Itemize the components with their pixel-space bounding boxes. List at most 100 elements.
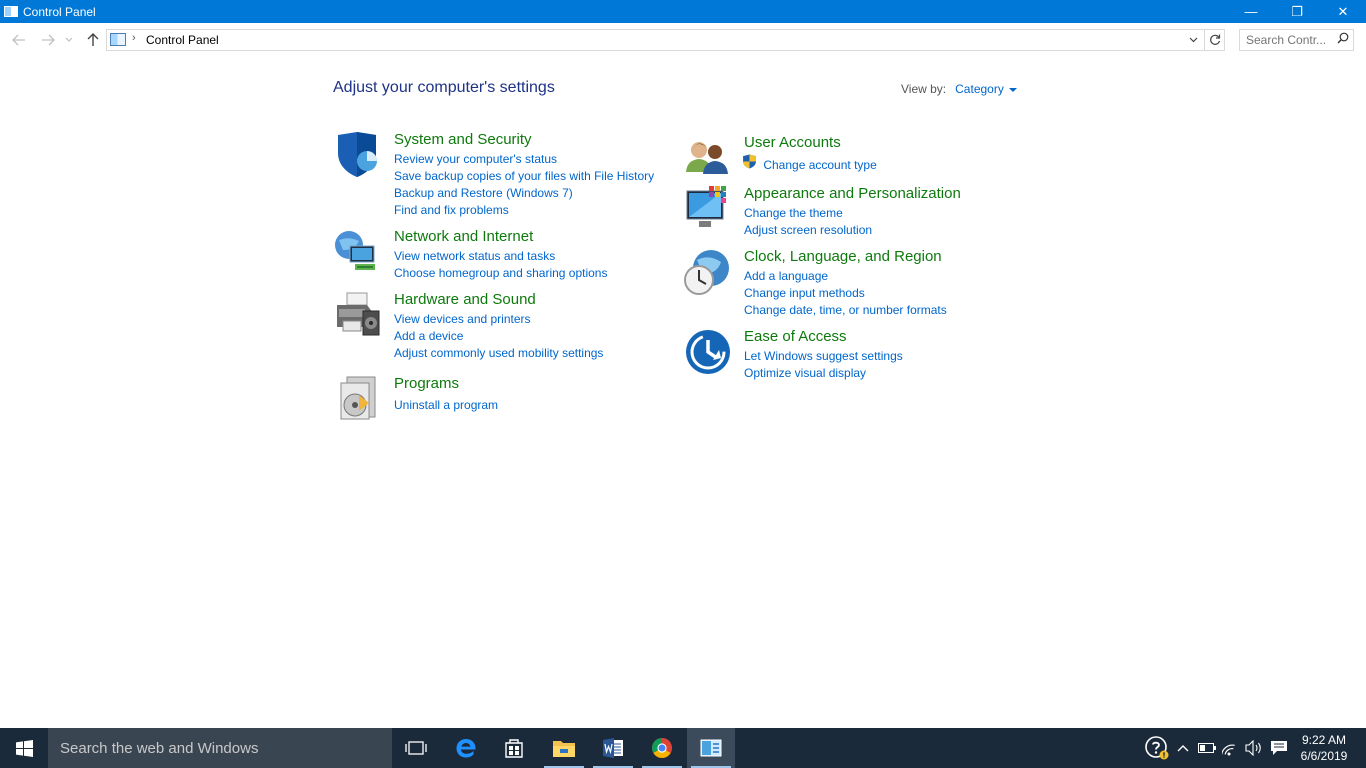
link-add-device[interactable]: Add a device <box>394 328 603 345</box>
link-label: Change account type <box>763 158 877 172</box>
link-mobility-settings[interactable]: Adjust commonly used mobility settings <box>394 345 603 362</box>
uac-shield-icon <box>743 154 756 169</box>
address-bar[interactable]: › Control Panel <box>106 29 1225 51</box>
wifi-icon[interactable] <box>1221 738 1241 758</box>
link-file-history[interactable]: Save backup copies of your files with Fi… <box>394 168 654 185</box>
recent-locations-button[interactable] <box>62 30 76 50</box>
forward-arrow-icon <box>42 34 55 46</box>
up-button[interactable] <box>83 30 103 50</box>
link-change-account-type[interactable]: Change account type <box>742 154 877 172</box>
refresh-icon <box>1209 34 1220 45</box>
security-shield-icon[interactable] <box>333 131 381 179</box>
clock[interactable]: 9:22 AM 6/6/2019 <box>1296 732 1352 764</box>
up-arrow-icon <box>87 33 99 46</box>
printer-icon[interactable] <box>333 291 381 339</box>
back-button[interactable] <box>9 30 29 50</box>
navigation-bar: › Control Panel <box>0 23 1366 57</box>
link-optimize-display[interactable]: Optimize visual display <box>744 365 903 382</box>
link-change-theme[interactable]: Change the theme <box>744 205 872 222</box>
chevron-down-icon <box>1189 37 1197 43</box>
breadcrumb-separator: › <box>132 32 136 44</box>
programs-icon[interactable] <box>333 375 381 423</box>
main-content: Adjust your computer's settings View by:… <box>0 57 1366 728</box>
forward-button[interactable] <box>38 30 58 50</box>
ease-of-access-icon[interactable] <box>683 328 731 376</box>
view-by-dropdown[interactable]: Category <box>955 82 1004 96</box>
category-title[interactable]: User Accounts <box>744 134 841 151</box>
control-panel-icon <box>4 6 18 17</box>
edge-icon <box>456 739 476 758</box>
close-icon: ✕ <box>1337 3 1349 19</box>
task-view-button[interactable] <box>392 728 440 768</box>
restore-icon: ❐ <box>1291 3 1303 19</box>
folder-icon <box>553 741 575 757</box>
edge-button[interactable] <box>442 728 490 768</box>
chrome-button[interactable] <box>638 728 686 768</box>
volume-icon[interactable] <box>1244 738 1264 758</box>
file-explorer-button[interactable] <box>540 728 588 768</box>
taskbar-search-box[interactable]: Search the web and Windows <box>48 728 392 768</box>
clock-globe-icon[interactable] <box>683 248 731 296</box>
clock-date: 6/6/2019 <box>1300 749 1348 763</box>
link-backup-restore[interactable]: Backup and Restore (Windows 7) <box>394 185 654 202</box>
category-title[interactable]: Clock, Language, and Region <box>744 248 942 265</box>
close-button[interactable]: ✕ <box>1320 0 1366 23</box>
battery-icon[interactable] <box>1197 738 1217 758</box>
chevron-down-icon <box>65 37 73 42</box>
view-by-label: View by: <box>901 82 947 96</box>
control-panel-taskbar-button[interactable] <box>687 728 735 768</box>
page-title: Adjust your computer's settings <box>333 79 555 96</box>
link-devices-printers[interactable]: View devices and printers <box>394 311 603 328</box>
link-find-fix-problems[interactable]: Find and fix problems <box>394 202 654 219</box>
minimize-icon: — <box>1244 4 1258 19</box>
caret-down-icon[interactable] <box>1008 87 1017 92</box>
link-screen-resolution[interactable]: Adjust screen resolution <box>744 222 872 239</box>
taskbar-search-text: Search the web and Windows <box>60 740 259 757</box>
category-title[interactable]: System and Security <box>394 131 532 148</box>
window-title: Control Panel <box>23 4 96 19</box>
breadcrumb[interactable]: Control Panel <box>146 33 219 47</box>
refresh-button[interactable] <box>1204 30 1224 50</box>
restore-button[interactable]: ❐ <box>1274 0 1320 23</box>
windows-logo-icon <box>15 739 33 757</box>
word-icon <box>603 738 623 758</box>
network-globe-icon[interactable] <box>333 228 381 276</box>
user-accounts-icon[interactable] <box>683 134 731 182</box>
task-view-icon <box>405 741 427 755</box>
category-title[interactable]: Programs <box>394 375 459 392</box>
help-icon[interactable] <box>1145 736 1169 760</box>
control-panel-icon <box>110 33 126 46</box>
link-suggest-settings[interactable]: Let Windows suggest settings <box>744 348 903 365</box>
link-uninstall-program[interactable]: Uninstall a program <box>394 397 498 414</box>
search-box[interactable] <box>1239 29 1354 51</box>
link-review-status[interactable]: Review your computer's status <box>394 151 654 168</box>
search-icon[interactable] <box>1337 32 1349 47</box>
clock-time: 9:22 AM <box>1301 733 1347 747</box>
store-button[interactable] <box>490 728 538 768</box>
caption-buttons: — ❐ ✕ <box>1228 0 1366 23</box>
view-by: View by: Category <box>901 82 1017 96</box>
chevron-up-icon <box>1177 745 1189 752</box>
link-homegroup[interactable]: Choose homegroup and sharing options <box>394 265 607 282</box>
category-title[interactable]: Network and Internet <box>394 228 533 245</box>
chrome-icon <box>652 738 672 758</box>
start-button[interactable] <box>0 728 48 768</box>
control-panel-icon <box>700 739 722 757</box>
category-title[interactable]: Ease of Access <box>744 328 847 345</box>
minimize-button[interactable]: — <box>1228 0 1274 23</box>
link-network-status[interactable]: View network status and tasks <box>394 248 607 265</box>
word-button[interactable] <box>589 728 637 768</box>
back-arrow-icon <box>12 34 25 46</box>
store-icon <box>505 739 523 758</box>
action-center-icon[interactable] <box>1269 738 1289 758</box>
category-title[interactable]: Appearance and Personalization <box>744 185 961 202</box>
appearance-monitor-icon[interactable] <box>683 185 731 233</box>
title-bar: Control Panel — ❐ ✕ <box>0 0 1366 23</box>
category-title[interactable]: Hardware and Sound <box>394 291 536 308</box>
show-hidden-icons-button[interactable] <box>1173 738 1193 758</box>
link-date-time-formats[interactable]: Change date, time, or number formats <box>744 302 947 319</box>
link-add-language[interactable]: Add a language <box>744 268 947 285</box>
link-input-methods[interactable]: Change input methods <box>744 285 947 302</box>
search-input[interactable] <box>1240 30 1332 50</box>
address-dropdown-button[interactable] <box>1184 31 1202 49</box>
